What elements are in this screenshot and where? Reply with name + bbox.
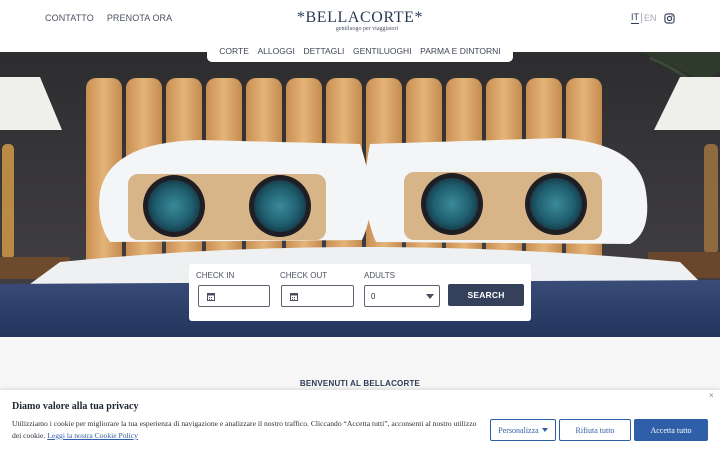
decor-pillow-left [128, 174, 326, 240]
customize-button[interactable]: Personalizza [490, 419, 556, 441]
adults-value: 0 [371, 292, 376, 301]
checkout-field[interactable] [281, 285, 354, 307]
decor-pillow-right [404, 172, 602, 240]
nav-item-parma[interactable]: PARMA E DINTORNI [420, 46, 500, 56]
cookie-banner: × Diamo valore alla tua privacy Utilizzi… [0, 390, 720, 450]
nav-item-corte[interactable]: CORTE [219, 46, 249, 56]
lang-en[interactable]: EN [644, 13, 657, 23]
lang-it[interactable]: IT [631, 12, 639, 24]
checkin-field[interactable] [198, 285, 270, 307]
search-button[interactable]: SEARCH [448, 284, 524, 306]
main-nav: CORTE ALLOGGI DETTAGLI GENTILUOGHI PARMA… [207, 40, 513, 62]
chevron-down-icon [426, 294, 434, 299]
customize-label: Personalizza [498, 425, 539, 435]
reject-all-button[interactable]: Rifiuta tutto [559, 419, 631, 441]
welcome-heading: BENVENUTI AL BELLACORTE [299, 379, 421, 388]
chevron-down-icon [541, 428, 548, 432]
adults-label: ADULTS [364, 271, 395, 280]
adults-select[interactable]: 0 [364, 285, 440, 307]
language-switcher: IT EN [631, 12, 657, 24]
cookie-title: Diamo valore alla tua privacy [12, 401, 139, 412]
cookie-text: Utilizziamo i cookie per migliorare la t… [12, 418, 482, 442]
logo-subtitle: gentiluogo per viaggiatori [335, 26, 399, 32]
logo[interactable]: *BELLACORTE* gentiluogo per viaggiatori [0, 9, 720, 32]
calendar-icon [290, 293, 298, 301]
nav-item-gentiluoghi[interactable]: GENTILUOGHI [353, 46, 412, 56]
cookie-policy-link[interactable]: Leggi la nostra Cookie Policy [47, 431, 138, 440]
lang-divider [641, 13, 642, 23]
close-icon[interactable]: × [709, 391, 714, 400]
accept-all-button[interactable]: Accetta tutto [634, 419, 708, 441]
checkout-label: CHECK OUT [280, 271, 328, 280]
logo-title: *BELLACORTE* [296, 9, 424, 26]
calendar-icon [207, 293, 215, 301]
nav-item-dettagli[interactable]: DETTAGLI [303, 46, 344, 56]
instagram-icon[interactable] [664, 13, 675, 24]
checkin-label: CHECK IN [196, 271, 235, 280]
nav-item-alloggi[interactable]: ALLOGGI [258, 46, 295, 56]
booking-search: CHECK IN CHECK OUT ADULTS 0 SEARCH [189, 264, 531, 321]
